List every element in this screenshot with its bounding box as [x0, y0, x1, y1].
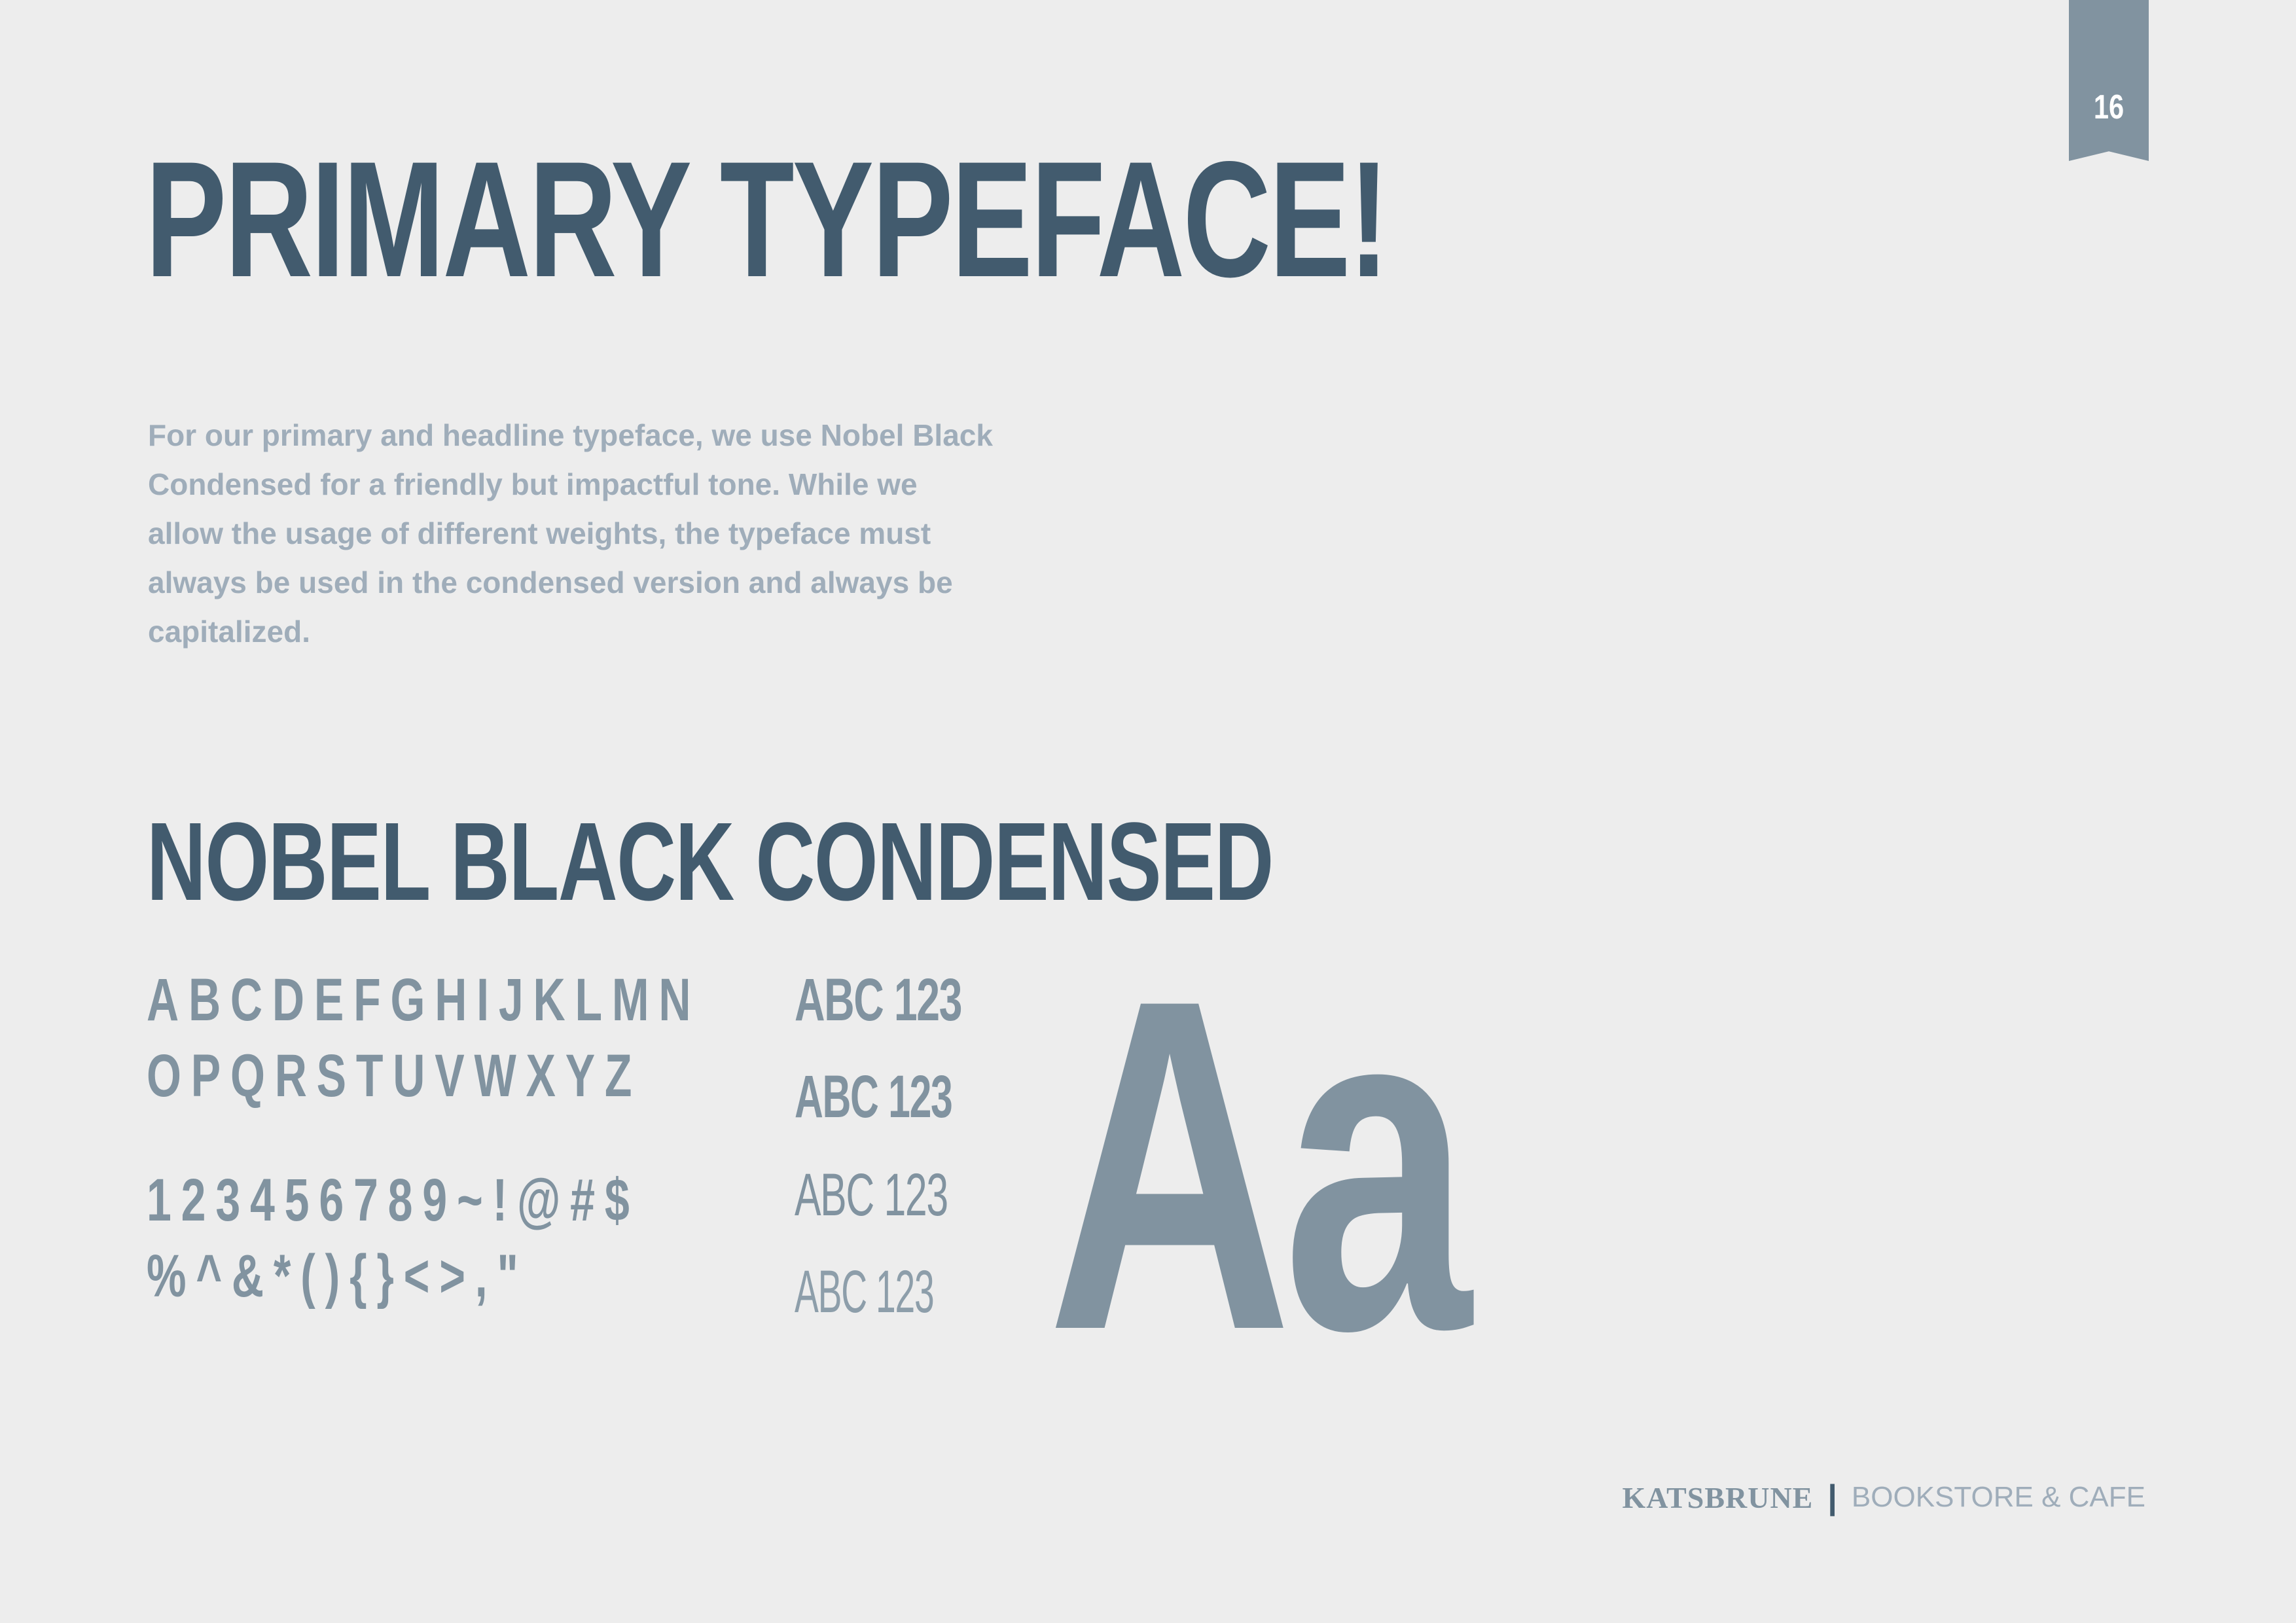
weight-sample-regular: ABC 123 [795, 1162, 948, 1228]
weight-sample-black: ABC 123 [795, 967, 962, 1033]
page-number: 16 [2093, 88, 2125, 126]
glyph-line-uppercase-a-n: ABCDEFGHIJKLMN [147, 967, 701, 1033]
glyph-line-punctuation: %^&*(){}<>," [147, 1243, 528, 1310]
footer-brand: KATSBRUNE [1622, 1480, 1814, 1514]
page-number-ribbon: 16 [2069, 0, 2149, 161]
glyph-line-numbers-symbols: 123456789~!@#$ [147, 1167, 639, 1234]
intro-paragraph: For our primary and headline typeface, w… [148, 418, 993, 649]
footer-tagline: BOOKSTORE & CAFE [1851, 1481, 2145, 1513]
glyph-line-uppercase-o-z: OPQRSTUVWXYZ [147, 1043, 642, 1109]
page-title: PRIMARY TYPEFACE! [145, 128, 1390, 312]
footer-separator: | [1827, 1478, 1837, 1516]
brand-guide-page: 16 PRIMARY TYPEFACE! For our primary and… [0, 0, 2296, 1623]
footer: KATSBRUNE | BOOKSTORE & CAFE [1622, 1478, 2145, 1517]
weight-sample-light: ABC 123 [795, 1258, 935, 1325]
weight-sample-bold: ABC 123 [795, 1063, 953, 1130]
specimen-letters: Aa [1047, 901, 1471, 1428]
